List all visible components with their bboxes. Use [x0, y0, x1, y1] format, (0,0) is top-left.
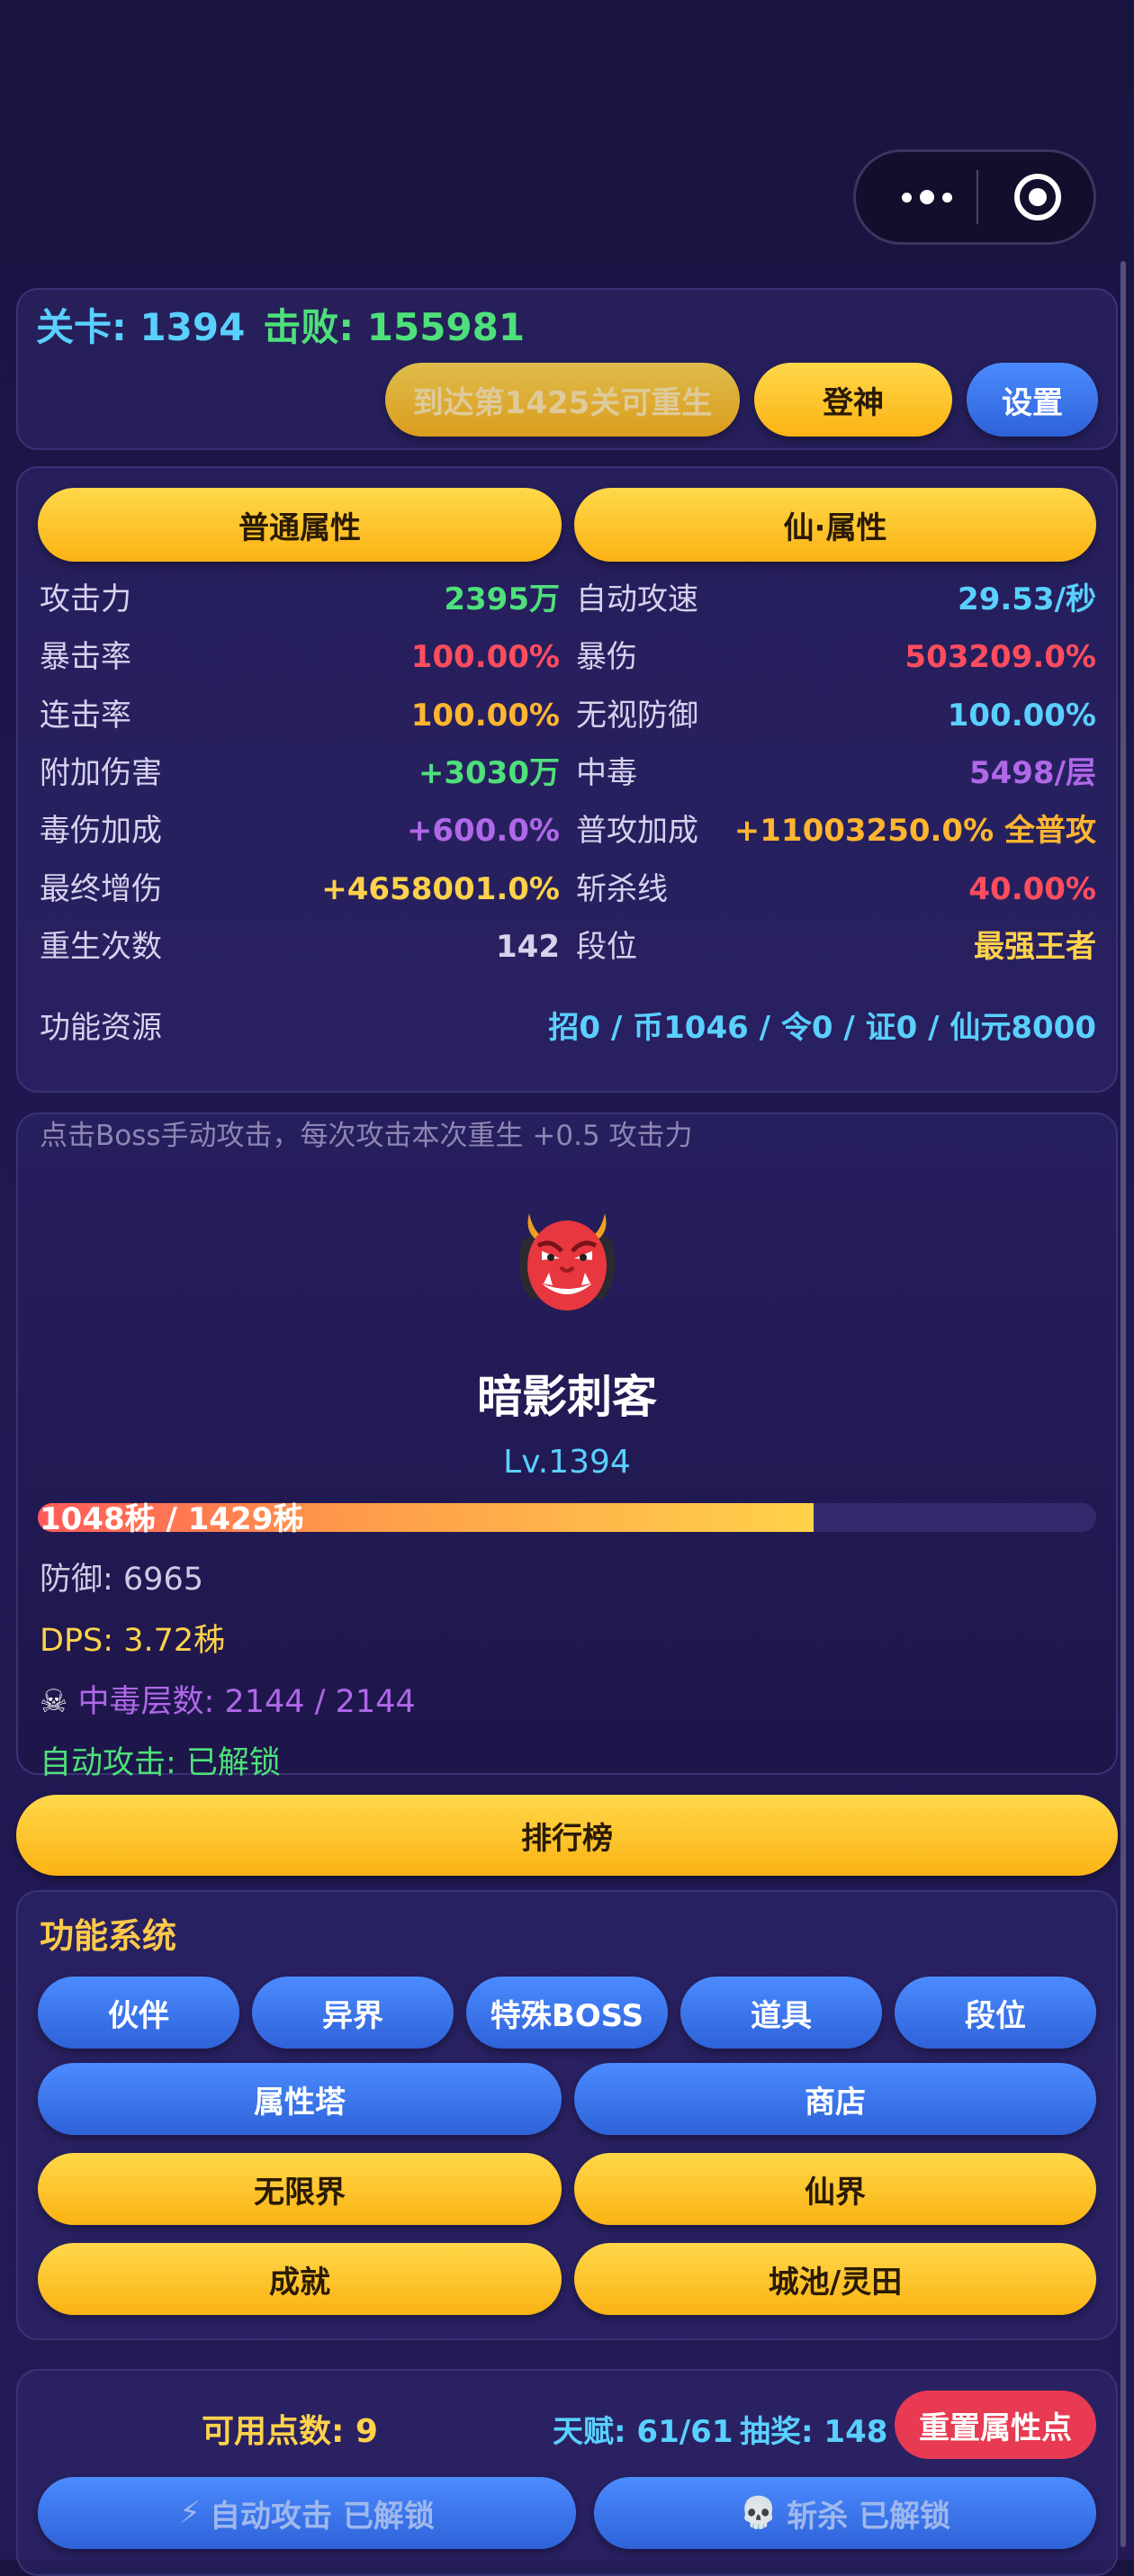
boss-poison-text: 中毒层数: 2144 / 2144	[77, 1684, 416, 1720]
boss-level: Lv.1394	[503, 1444, 631, 1481]
feature-button[interactable]: 无限界	[38, 2153, 562, 2225]
features-title: 功能系统	[40, 1916, 177, 1956]
auto-attack-button-label: 自动攻击 已解锁	[210, 2498, 435, 2535]
execute-button-label: 斩杀 已解锁	[787, 2498, 951, 2535]
resources-label: 功能资源	[40, 1010, 162, 1046]
attribute-value: 40.00%	[968, 871, 1096, 907]
attribute-value: +3030万	[418, 755, 560, 791]
stage-kill-row: 关卡: 1394 击败: 155981	[36, 297, 525, 352]
close-target-icon[interactable]	[1014, 174, 1061, 221]
resources-value: 招0 / 币1046 / 令0 / 证0 / 仙元8000	[548, 1010, 1096, 1046]
boss-name: 暗影刺客	[477, 1371, 657, 1423]
settings-button[interactable]: 设置	[967, 363, 1098, 437]
boss-poison: ☠ 中毒层数: 2144 / 2144	[40, 1676, 416, 1722]
execute-button[interactable]: 💀 斩杀 已解锁	[594, 2477, 1096, 2549]
available-points: 可用点数: 9	[202, 2413, 378, 2450]
attribute-value: +600.0%	[406, 813, 560, 849]
auto-attack-button[interactable]: ⚡ 自动攻击 已解锁	[38, 2477, 576, 2549]
boss-auto-attack: 自动攻击: 已解锁	[40, 1745, 281, 1781]
ogre-mask-icon[interactable]	[504, 1186, 630, 1321]
boss-hp-text: 1048秭 / 1429秭	[40, 1501, 304, 1537]
lightning-icon: ⚡	[179, 2495, 202, 2531]
attribute-label: 无视防御	[576, 698, 698, 734]
kills-label: 击败: 155981	[263, 305, 526, 349]
attribute-label: 段位	[576, 929, 637, 965]
attribute-value: 100.00%	[410, 639, 560, 675]
boss-hint: 点击Boss手动攻击，每次攻击本次重生 +0.5 攻击力	[40, 1120, 693, 1152]
attribute-label: 附加伤害	[40, 755, 162, 791]
attribute-value: 5498/层	[968, 755, 1096, 791]
attribute-value: 最强王者	[974, 929, 1096, 965]
rebirth-button[interactable]: 到达第1425关可重生	[385, 363, 740, 437]
attribute-value: +4658001.0%	[321, 871, 560, 907]
attribute-value: 2395万	[444, 581, 560, 617]
feature-button[interactable]: 成就	[38, 2243, 562, 2315]
attribute-label: 暴伤	[576, 639, 637, 675]
attribute-label: 斩杀线	[576, 871, 668, 907]
boss-defense: 防御: 6965	[40, 1562, 203, 1598]
stage-label: 关卡: 1394	[36, 305, 246, 349]
attribute-value: +11003250.0% 全普攻	[734, 813, 1096, 849]
feature-button[interactable]: 伙伴	[38, 1977, 239, 2049]
attribute-value: 29.53/秒	[958, 581, 1096, 617]
reset-points-button[interactable]: 重置属性点	[895, 2391, 1096, 2459]
skull-icon: 💀	[739, 2495, 778, 2531]
tab-immortal-attributes[interactable]: 仙·属性	[574, 488, 1096, 562]
ascend-button[interactable]: 登神	[754, 363, 952, 437]
attribute-value: 100.00%	[947, 698, 1096, 734]
attribute-label: 攻击力	[40, 581, 131, 617]
feature-button[interactable]: 商店	[574, 2063, 1096, 2135]
attribute-label: 重生次数	[40, 929, 162, 965]
feature-button[interactable]: 异界	[252, 1977, 454, 2049]
talent-count: 天赋: 61/61	[553, 2414, 734, 2450]
attribute-value: 142	[496, 929, 560, 965]
feature-button[interactable]: 属性塔	[38, 2063, 562, 2135]
feature-button[interactable]: 仙界	[574, 2153, 1096, 2225]
attribute-label: 连击率	[40, 698, 131, 734]
attribute-value: 503209.0%	[904, 639, 1096, 675]
tab-normal-attributes[interactable]: 普通属性	[38, 488, 562, 562]
attribute-value: 100.00%	[410, 698, 560, 734]
boss-dps: DPS: 3.72秭	[40, 1623, 226, 1659]
miniprogram-capsule	[853, 149, 1096, 245]
feature-button[interactable]: 段位	[895, 1977, 1096, 2049]
attribute-label: 最终增伤	[40, 871, 162, 907]
attribute-label: 普攻加成	[576, 813, 698, 849]
attribute-label: 暴击率	[40, 639, 131, 675]
capsule-divider	[976, 170, 978, 224]
feature-button[interactable]: 道具	[680, 1977, 882, 2049]
skull-crossbones-icon: ☠	[40, 1684, 78, 1720]
leaderboard-button[interactable]: 排行榜	[16, 1795, 1118, 1876]
attribute-label: 中毒	[576, 755, 637, 791]
attribute-label: 毒伤加成	[40, 813, 162, 849]
feature-button[interactable]: 特殊BOSS	[466, 1977, 668, 2049]
more-icon[interactable]	[886, 152, 968, 242]
feature-button[interactable]: 城池/灵田	[574, 2243, 1096, 2315]
attribute-label: 自动攻速	[576, 581, 698, 617]
lottery-count: 抽奖: 148	[740, 2414, 888, 2450]
